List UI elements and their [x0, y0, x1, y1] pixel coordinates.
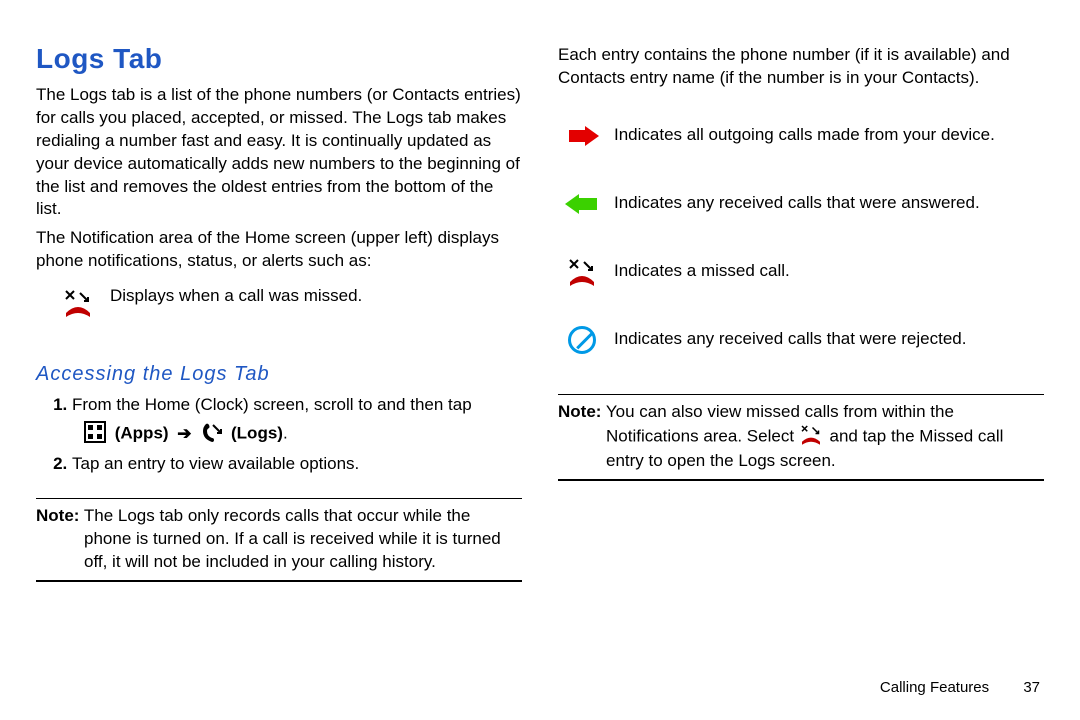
- subsection-heading: Accessing the Logs Tab: [36, 361, 522, 388]
- page-footer: Calling Features 37: [880, 678, 1040, 698]
- missed-call-description: Displays when a call was missed.: [110, 285, 362, 308]
- note-first-line: You can also view missed calls from with…: [601, 402, 953, 421]
- received-arrow-icon: [564, 186, 600, 222]
- note-label: Note:: [558, 402, 601, 421]
- note-block: Note: The Logs tab only records calls th…: [36, 505, 522, 574]
- note-divider-bottom: [558, 479, 1044, 481]
- step-1: From the Home (Clock) screen, scroll to …: [72, 394, 522, 447]
- section-heading: Logs Tab: [36, 40, 522, 78]
- note-block: Note: You can also view missed calls fro…: [558, 401, 1044, 473]
- note-first-line: The Logs tab only records calls that occ…: [79, 506, 470, 525]
- right-column: Each entry contains the phone number (if…: [558, 40, 1044, 696]
- note-divider-bottom: [36, 580, 522, 582]
- missed-call-icon: [60, 285, 96, 321]
- logs-icon: [200, 421, 226, 447]
- period: .: [283, 424, 288, 443]
- apps-label: (Apps): [115, 424, 169, 443]
- rejected-text: Indicates any received calls that were r…: [614, 328, 966, 351]
- received-row: Indicates any received calls that were a…: [564, 186, 1044, 222]
- apps-icon: [84, 421, 110, 447]
- missed-call-icon: [564, 254, 600, 290]
- steps-list: From the Home (Clock) screen, scroll to …: [72, 394, 522, 482]
- outgoing-row: Indicates all outgoing calls made from y…: [564, 118, 1044, 154]
- step-1-text: From the Home (Clock) screen, scroll to …: [72, 395, 472, 414]
- step-2: Tap an entry to view available options.: [72, 453, 522, 476]
- manual-page: Logs Tab The Logs tab is a list of the p…: [0, 0, 1080, 720]
- rejected-row: Indicates any received calls that were r…: [564, 322, 1044, 358]
- note-last-line: entry to open the Logs screen.: [606, 450, 1044, 473]
- missed-call-notification-row: Displays when a call was missed.: [60, 285, 522, 321]
- note-mid-b: and tap the Missed call: [830, 426, 1004, 445]
- missed-text: Indicates a missed call.: [614, 260, 790, 283]
- note-divider-top: [558, 394, 1044, 395]
- footer-section: Calling Features: [880, 679, 989, 696]
- right-intro: Each entry contains the phone number (if…: [558, 44, 1044, 90]
- page-number: 37: [1023, 679, 1040, 696]
- intro-paragraphs: The Logs tab is a list of the phone numb…: [36, 84, 522, 280]
- paragraph: The Notification area of the Home screen…: [36, 227, 522, 273]
- received-text: Indicates any received calls that were a…: [614, 192, 980, 215]
- step-1-path: (Apps) ➔ (Logs).: [84, 421, 522, 447]
- outgoing-text: Indicates all outgoing calls made from y…: [614, 124, 995, 147]
- note-mid-line: Notifications area. Select and tap the M…: [606, 424, 1044, 450]
- note-divider-top: [36, 498, 522, 499]
- logs-label: (Logs): [231, 424, 283, 443]
- left-column: Logs Tab The Logs tab is a list of the p…: [36, 40, 522, 696]
- note-body: phone is turned on. If a call is receive…: [84, 528, 522, 574]
- paragraph: The Logs tab is a list of the phone numb…: [36, 84, 522, 222]
- missed-row: Indicates a missed call.: [564, 254, 1044, 290]
- note-mid-a: Notifications area. Select: [606, 426, 799, 445]
- missed-call-icon: [799, 424, 825, 450]
- arrow-icon: ➔: [177, 424, 191, 443]
- note-label: Note:: [36, 506, 79, 525]
- rejected-icon: [564, 322, 600, 358]
- outgoing-arrow-icon: [564, 118, 600, 154]
